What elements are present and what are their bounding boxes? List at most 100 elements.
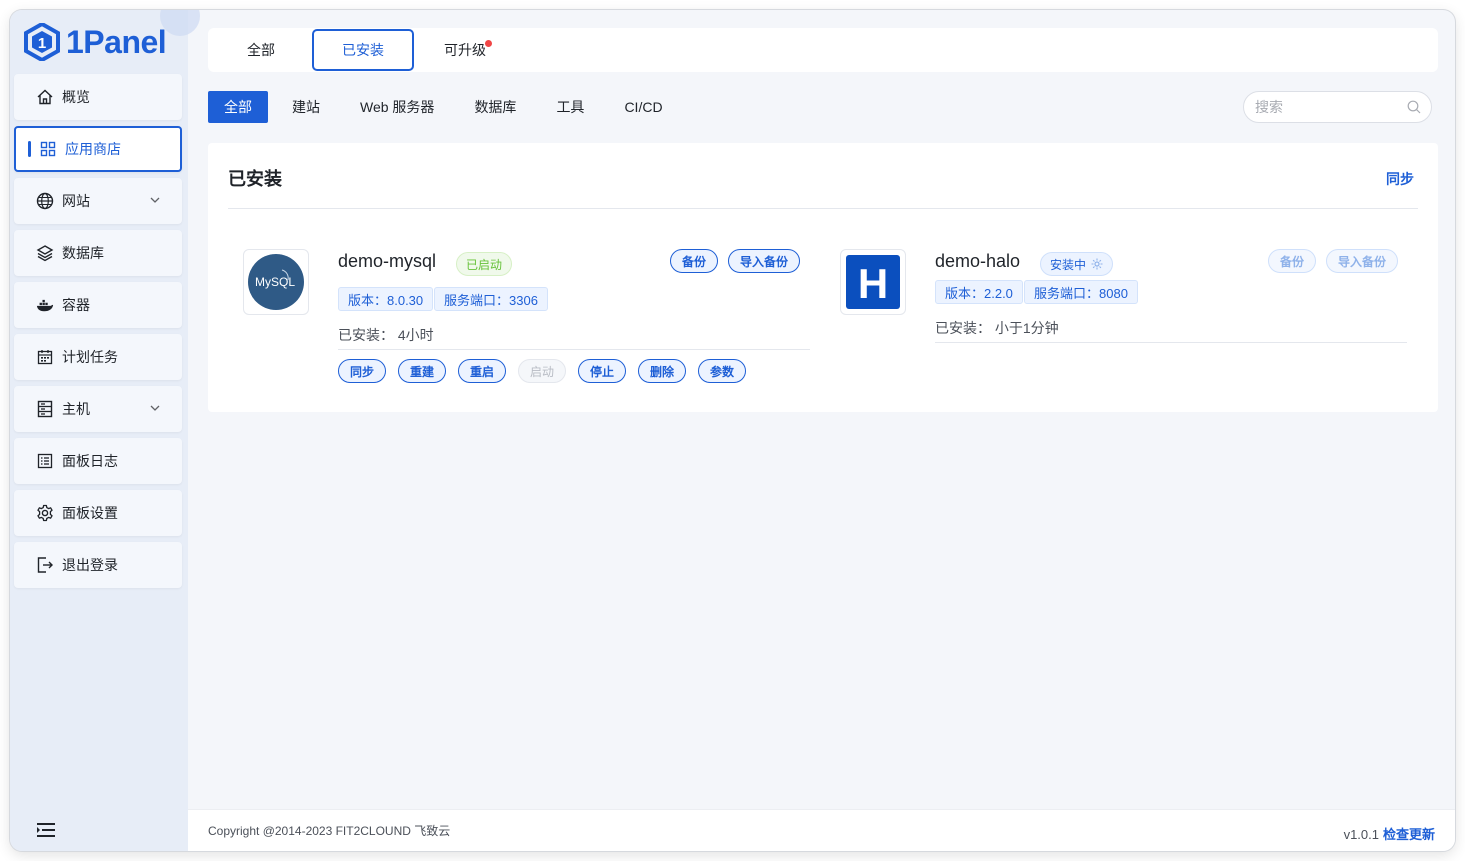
app-window: 1 1Panel 概览 应用商店 网站 数据库 容器 计划任务 主机 面板日志 … xyxy=(10,10,1455,851)
sidebar-item-appstore[interactable]: 应用商店 xyxy=(14,126,182,172)
globe-icon xyxy=(36,192,54,210)
sidebar-item-label: 容器 xyxy=(62,297,90,313)
sidebar-item-logs[interactable]: 面板日志 xyxy=(14,438,182,484)
sidebar-item-label: 应用商店 xyxy=(65,141,121,157)
port-tag: 服务端口：8080 xyxy=(1024,280,1138,304)
tab-label: 可升级 xyxy=(444,42,486,58)
installed-time: 已安装： 4小时 xyxy=(338,327,434,343)
sidebar-item-label: 网站 xyxy=(62,193,90,209)
check-update-link[interactable]: 检查更新 xyxy=(1383,827,1435,842)
sidebar-item-database[interactable]: 数据库 xyxy=(14,230,182,276)
chevron-down-icon xyxy=(150,197,160,203)
collapse-menu-icon[interactable] xyxy=(36,822,56,838)
category-database[interactable]: 数据库 xyxy=(458,91,532,123)
grid-icon xyxy=(39,140,57,158)
stop-button[interactable]: 停止 xyxy=(578,359,627,383)
sidebar-item-overview[interactable]: 概览 xyxy=(14,74,182,120)
sync-link[interactable]: 同步 xyxy=(1386,169,1414,189)
sidebar-item-cron[interactable]: 计划任务 xyxy=(14,334,182,380)
sidebar-item-label: 计划任务 xyxy=(62,349,118,365)
app-card: MySQL demo-mysql 已启动 备份 导入备份 版本：8.0.30 服… xyxy=(243,249,813,389)
version-tag: 版本：8.0.30 xyxy=(338,287,434,311)
installed-time: 已安装： 小于1分钟 xyxy=(935,320,1059,336)
sidebar-item-label: 主机 xyxy=(62,401,90,417)
category-cicd[interactable]: CI/CD xyxy=(608,91,678,123)
sidebar-item-website[interactable]: 网站 xyxy=(14,178,182,224)
version-text: v1.0.1 xyxy=(1343,827,1379,842)
category-tools[interactable]: 工具 xyxy=(540,91,600,123)
search-icon[interactable] xyxy=(1407,100,1421,114)
sidebar-item-label: 面板设置 xyxy=(62,505,118,521)
restart-button[interactable]: 重启 xyxy=(458,359,507,383)
port-tag: 服务端口：3306 xyxy=(434,287,548,311)
halo-logo-icon: H xyxy=(840,249,906,315)
main-content: 全部 已安装 可升级 全部 建站 Web 服务器 数据库 工具 CI/CD 已安… xyxy=(188,10,1455,851)
gear-icon xyxy=(36,504,54,522)
sync-button[interactable]: 同步 xyxy=(338,359,387,383)
status-badge: 已启动 xyxy=(456,252,513,276)
sidebar-item-settings[interactable]: 面板设置 xyxy=(14,490,182,536)
import-backup-button[interactable]: 导入备份 xyxy=(728,249,801,273)
backup-button[interactable]: 备份 xyxy=(670,249,719,273)
sidebar-item-container[interactable]: 容器 xyxy=(14,282,182,328)
sidebar: 1 1Panel 概览 应用商店 网站 数据库 容器 计划任务 主机 面板日志 … xyxy=(10,10,200,851)
status-label: 安装中 xyxy=(1050,257,1087,272)
sidebar-item-logout[interactable]: 退出登录 xyxy=(14,542,182,588)
logo[interactable]: 1 1Panel xyxy=(24,20,167,64)
footer: Copyright @2014-2023 FIT2CLOUND 飞致云 v1.0… xyxy=(188,809,1455,851)
start-button[interactable]: 启动 xyxy=(518,359,567,383)
divider xyxy=(935,342,1407,343)
installed-panel: 已安装 同步 MySQL demo-mysql 已启动 备份 导入备份 版本：8… xyxy=(208,143,1438,412)
version-info: v1.0.1 检查更新 xyxy=(1344,824,1435,843)
params-button[interactable]: 参数 xyxy=(698,359,747,383)
mysql-logo-text: MySQL xyxy=(255,275,295,289)
svg-text:1: 1 xyxy=(38,35,46,52)
active-indicator xyxy=(28,141,31,157)
divider xyxy=(338,349,810,350)
category-all[interactable]: 全部 xyxy=(208,91,268,123)
tab-label: 全部 xyxy=(247,42,275,58)
log-icon xyxy=(36,452,54,470)
layers-icon xyxy=(36,244,54,262)
sidebar-item-host[interactable]: 主机 xyxy=(14,386,182,432)
sidebar-item-label: 退出登录 xyxy=(62,557,118,573)
category-website[interactable]: 建站 xyxy=(276,91,336,123)
category-filter: 全部 建站 Web 服务器 数据库 工具 CI/CD xyxy=(208,91,687,123)
chevron-down-icon xyxy=(150,405,160,411)
server-icon xyxy=(36,400,54,418)
loading-spinner-icon xyxy=(1091,258,1103,270)
app-card: H demo-halo 安装中 备份 导入备份 版本：2.2.0 服务端口：80… xyxy=(840,249,1420,359)
sidebar-item-label: 面板日志 xyxy=(62,453,118,469)
calendar-icon xyxy=(36,348,54,366)
mysql-logo-icon: MySQL xyxy=(243,249,309,315)
home-icon xyxy=(36,88,54,106)
logout-icon xyxy=(36,556,54,574)
tab-installed[interactable]: 已安装 xyxy=(312,29,414,71)
tab-all[interactable]: 全部 xyxy=(210,29,312,71)
copyright-text: Copyright @2014-2023 FIT2CLOUND 飞致云 xyxy=(208,824,451,838)
sidebar-item-label: 数据库 xyxy=(62,245,104,261)
backup-button[interactable]: 备份 xyxy=(1268,249,1317,273)
app-name: demo-halo xyxy=(935,251,1021,271)
import-backup-button[interactable]: 导入备份 xyxy=(1326,249,1399,273)
divider xyxy=(228,208,1418,209)
tab-upgradable[interactable]: 可升级 xyxy=(414,29,516,71)
sidebar-item-label: 概览 xyxy=(62,89,90,105)
notification-dot xyxy=(485,40,492,47)
panel-title: 已安装 xyxy=(228,169,282,189)
top-tabs: 全部 已安装 可升级 xyxy=(208,28,1438,72)
app-name: demo-mysql xyxy=(338,251,437,271)
docker-icon xyxy=(36,296,54,314)
rebuild-button[interactable]: 重建 xyxy=(398,359,447,383)
status-badge: 安装中 xyxy=(1040,252,1114,276)
version-tag: 版本：2.2.0 xyxy=(935,280,1023,304)
search-input[interactable] xyxy=(1255,99,1395,115)
logo-icon: 1 xyxy=(24,23,60,61)
category-web-server[interactable]: Web 服务器 xyxy=(344,91,450,123)
search-box xyxy=(1243,91,1432,123)
logo-text: 1Panel xyxy=(66,23,167,60)
halo-logo-text: H xyxy=(858,260,888,307)
tab-label: 已安装 xyxy=(342,42,384,58)
delete-button[interactable]: 删除 xyxy=(638,359,687,383)
sidebar-menu: 概览 应用商店 网站 数据库 容器 计划任务 主机 面板日志 面板设置 退出登录 xyxy=(14,74,182,594)
